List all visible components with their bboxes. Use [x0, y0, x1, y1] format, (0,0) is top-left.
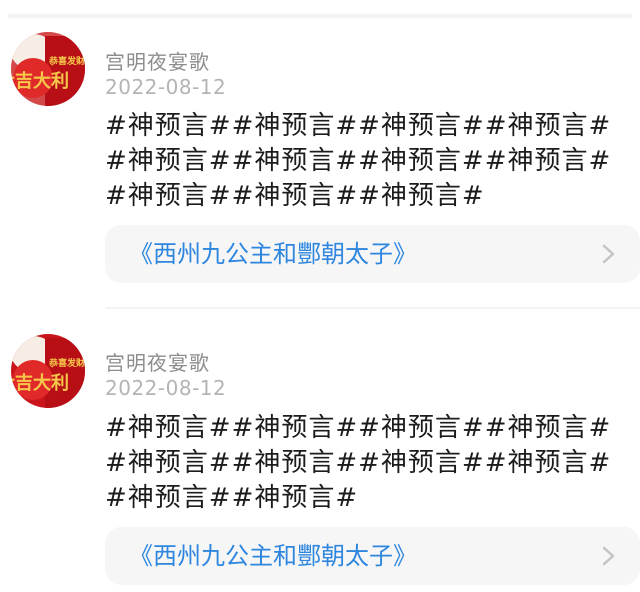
post-date: 2022-08-12	[105, 376, 227, 400]
red-lucky-avatar-icon: 大吉大利 恭喜发财	[11, 32, 85, 106]
avatar-top-text: 恭喜发财	[48, 55, 85, 67]
book-title-link[interactable]: 《西州九公主和酆朝太子》	[129, 527, 417, 585]
book-link-card[interactable]: 《西州九公主和酆朝太子》	[105, 225, 640, 283]
avatar-main-text: 大吉大利	[11, 70, 69, 92]
book-link-card[interactable]: 《西州九公主和酆朝太子》	[105, 527, 640, 585]
user-avatar[interactable]: 大吉大利 恭喜发财	[11, 32, 85, 106]
avatar-top-text: 恭喜发财	[48, 357, 85, 369]
chevron-right-icon	[602, 546, 615, 566]
chevron-right-icon	[602, 244, 615, 264]
avatar-main-text: 大吉大利	[11, 372, 69, 394]
post-date: 2022-08-12	[105, 75, 227, 99]
red-lucky-avatar-icon: 大吉大利 恭喜发财	[11, 334, 85, 408]
username[interactable]: 宫明夜宴歌	[105, 347, 210, 376]
comment-content: #神预言##神预言##神预言##神预言##神预言##神预言##神预言##神预言#…	[105, 111, 612, 211]
comment-feed: 大吉大利 恭喜发财 宫明夜宴歌 2022-08-12 #神预言##神预言##神预…	[0, 0, 640, 592]
book-title-link[interactable]: 《西州九公主和酆朝太子》	[129, 225, 417, 283]
comment-content: #神预言##神预言##神预言##神预言##神预言##神预言##神预言##神预言#…	[105, 413, 612, 513]
user-avatar[interactable]: 大吉大利 恭喜发财	[11, 334, 85, 408]
username[interactable]: 宫明夜宴歌	[105, 46, 210, 75]
top-divider	[8, 14, 632, 18]
post-divider	[105, 307, 640, 309]
